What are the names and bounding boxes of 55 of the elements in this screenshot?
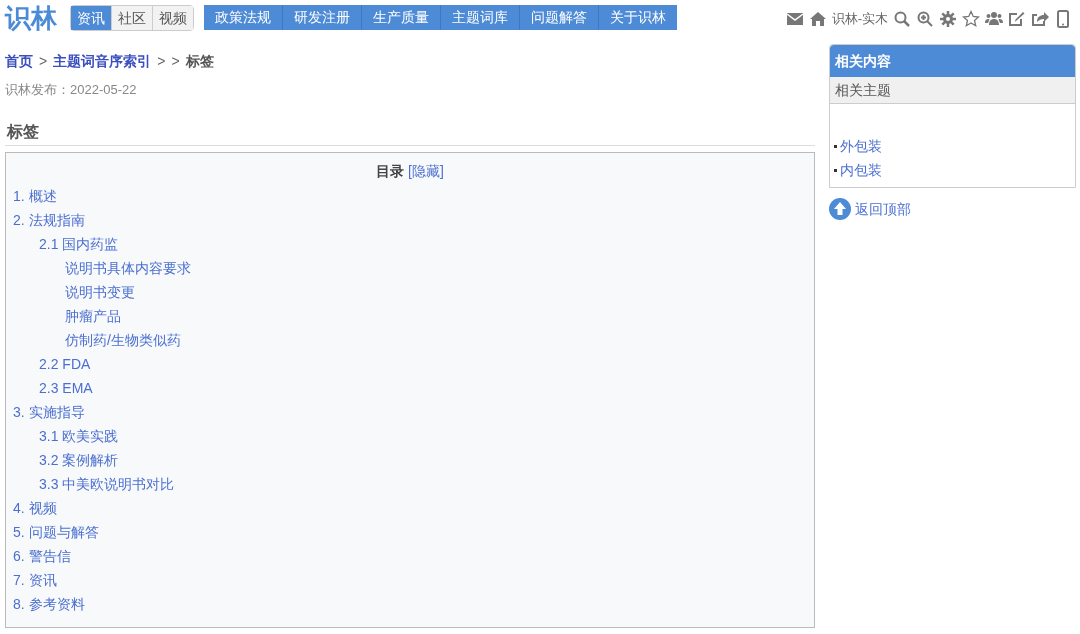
toc-link[interactable]: 4. 视频: [13, 499, 57, 516]
toc-link[interactable]: 3.3 中美欧说明书对比: [39, 475, 175, 492]
toc-link[interactable]: 5. 问题与解答: [13, 523, 99, 540]
toc-link[interactable]: 1. 概述: [13, 187, 57, 204]
nav-link[interactable]: 生产质量: [361, 5, 440, 30]
breadcrumb-separator: >: [157, 51, 166, 71]
toc-link[interactable]: 6. 警告信: [13, 547, 71, 564]
toc-link[interactable]: 3.1 欧美实践: [39, 427, 119, 444]
breadcrumb-separator: >: [171, 51, 180, 71]
publish-date: 识林发布：2022-05-22: [5, 81, 138, 99]
mobile-icon[interactable]: [1054, 9, 1072, 28]
toc-link[interactable]: 2.2 FDA: [39, 355, 91, 372]
user-name[interactable]: 识林-实木: [831, 9, 888, 29]
share-icon[interactable]: [1031, 9, 1049, 28]
breadcrumb-current: 标签: [185, 51, 214, 71]
toc-title: 目录: [376, 161, 405, 181]
breadcrumb-link[interactable]: 主题词音序索引: [53, 50, 152, 72]
bullet-icon: [834, 144, 837, 148]
home-icon[interactable]: [808, 9, 827, 28]
toc-link[interactable]: 7. 资讯: [13, 571, 57, 588]
toc-link[interactable]: 3. 实施指导: [13, 403, 85, 420]
toc-link[interactable]: 肿瘤产品: [65, 307, 121, 324]
breadcrumb-separator: >: [39, 51, 48, 71]
settings-icon[interactable]: [939, 9, 957, 28]
nav-link[interactable]: 主题词库: [440, 5, 519, 30]
nav-link[interactable]: 关于识林: [598, 5, 677, 30]
category-tab[interactable]: 视频: [152, 6, 193, 30]
bullet-icon: [834, 168, 837, 172]
nav-link[interactable]: 政策法规: [204, 5, 282, 30]
zoom-in-icon[interactable]: [916, 9, 934, 28]
nav-link[interactable]: 问题解答: [519, 5, 598, 30]
site-logo[interactable]: 识林: [5, 3, 57, 33]
toc-link[interactable]: 说明书具体内容要求: [65, 259, 191, 276]
toc-link[interactable]: 说明书变更: [65, 283, 135, 300]
toc-link[interactable]: 3.2 案例解析: [39, 451, 119, 468]
toc-link[interactable]: 仿制药/生物类似药: [65, 331, 181, 348]
category-tab[interactable]: 社区: [111, 6, 152, 30]
toc-link[interactable]: 8. 参考资料: [13, 595, 85, 612]
related-link[interactable]: 内包装: [840, 159, 882, 181]
edit-icon[interactable]: [1008, 9, 1026, 28]
star-icon[interactable]: [962, 9, 980, 28]
users-icon[interactable]: [985, 9, 1003, 28]
nav-link[interactable]: 研发注册: [282, 5, 361, 30]
toc-link[interactable]: 2.3 EMA: [39, 379, 93, 396]
breadcrumb-link[interactable]: 首页: [5, 50, 33, 72]
panel-title: 相关内容: [830, 45, 1075, 77]
hide-link[interactable]: [隐藏]: [408, 160, 444, 182]
section-heading: 标签: [5, 121, 40, 142]
back-to-top-link[interactable]: 返回顶部: [829, 198, 1076, 220]
search-icon[interactable]: [893, 9, 911, 28]
toc-link[interactable]: 2.1 国内药监: [39, 235, 119, 252]
category-tab[interactable]: 资讯: [71, 6, 111, 30]
related-link[interactable]: 外包装: [840, 135, 882, 157]
toc-link[interactable]: 2. 法规指南: [13, 211, 85, 228]
panel-subtitle: 相关主题: [830, 77, 1075, 104]
